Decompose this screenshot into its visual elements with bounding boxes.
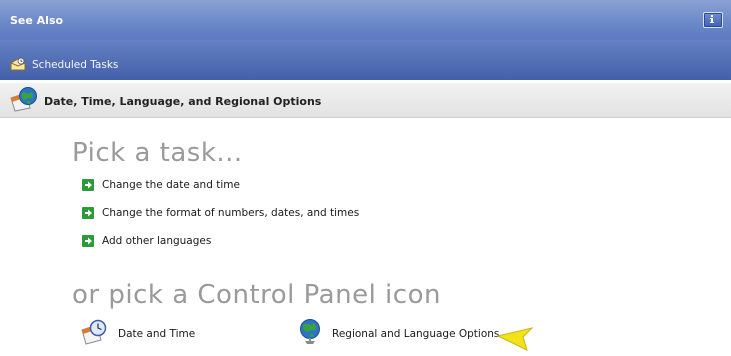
task-label: Change the date and time (102, 179, 240, 191)
scheduled-tasks-icon (10, 56, 26, 75)
see-also-item-label: Scheduled Tasks (32, 59, 119, 71)
task-label: Change the format of numbers, dates, and… (102, 207, 360, 219)
category-header-row: Date, Time, Language, and Regional Optio… (8, 86, 322, 116)
date-time-language-icon (8, 86, 38, 116)
see-also-panel: See Also Scheduled Tasks (0, 0, 731, 80)
green-arrow-icon (82, 207, 94, 219)
see-also-title: See Also (10, 14, 64, 27)
cp-icon-label: Date and Time (118, 328, 196, 340)
task-label: Add other languages (102, 235, 212, 247)
task-list: Change the date and time Change the form… (82, 178, 359, 262)
category-title: Date, Time, Language, and Regional Optio… (44, 94, 322, 108)
task-add-languages[interactable]: Add other languages (82, 234, 359, 248)
task-change-format[interactable]: Change the format of numbers, dates, and… (82, 206, 359, 220)
cp-icon-date-and-time[interactable]: Date and Time (80, 319, 196, 349)
yellow-pointer-arrow-icon (496, 322, 536, 356)
control-panel-heading: or pick a Control Panel icon (72, 280, 441, 310)
see-also-item-scheduled-tasks[interactable]: Scheduled Tasks (10, 57, 118, 73)
task-change-date-time[interactable]: Change the date and time (82, 178, 359, 192)
globe-icon (298, 318, 322, 350)
date-time-icon (80, 319, 108, 349)
cp-icon-regional-language[interactable]: Regional and Language Options (298, 318, 500, 350)
green-arrow-icon (82, 235, 94, 247)
cp-icon-label: Regional and Language Options (332, 328, 500, 340)
info-icon[interactable] (703, 12, 723, 28)
pick-task-heading: Pick a task... (72, 138, 243, 168)
green-arrow-icon (82, 179, 94, 191)
